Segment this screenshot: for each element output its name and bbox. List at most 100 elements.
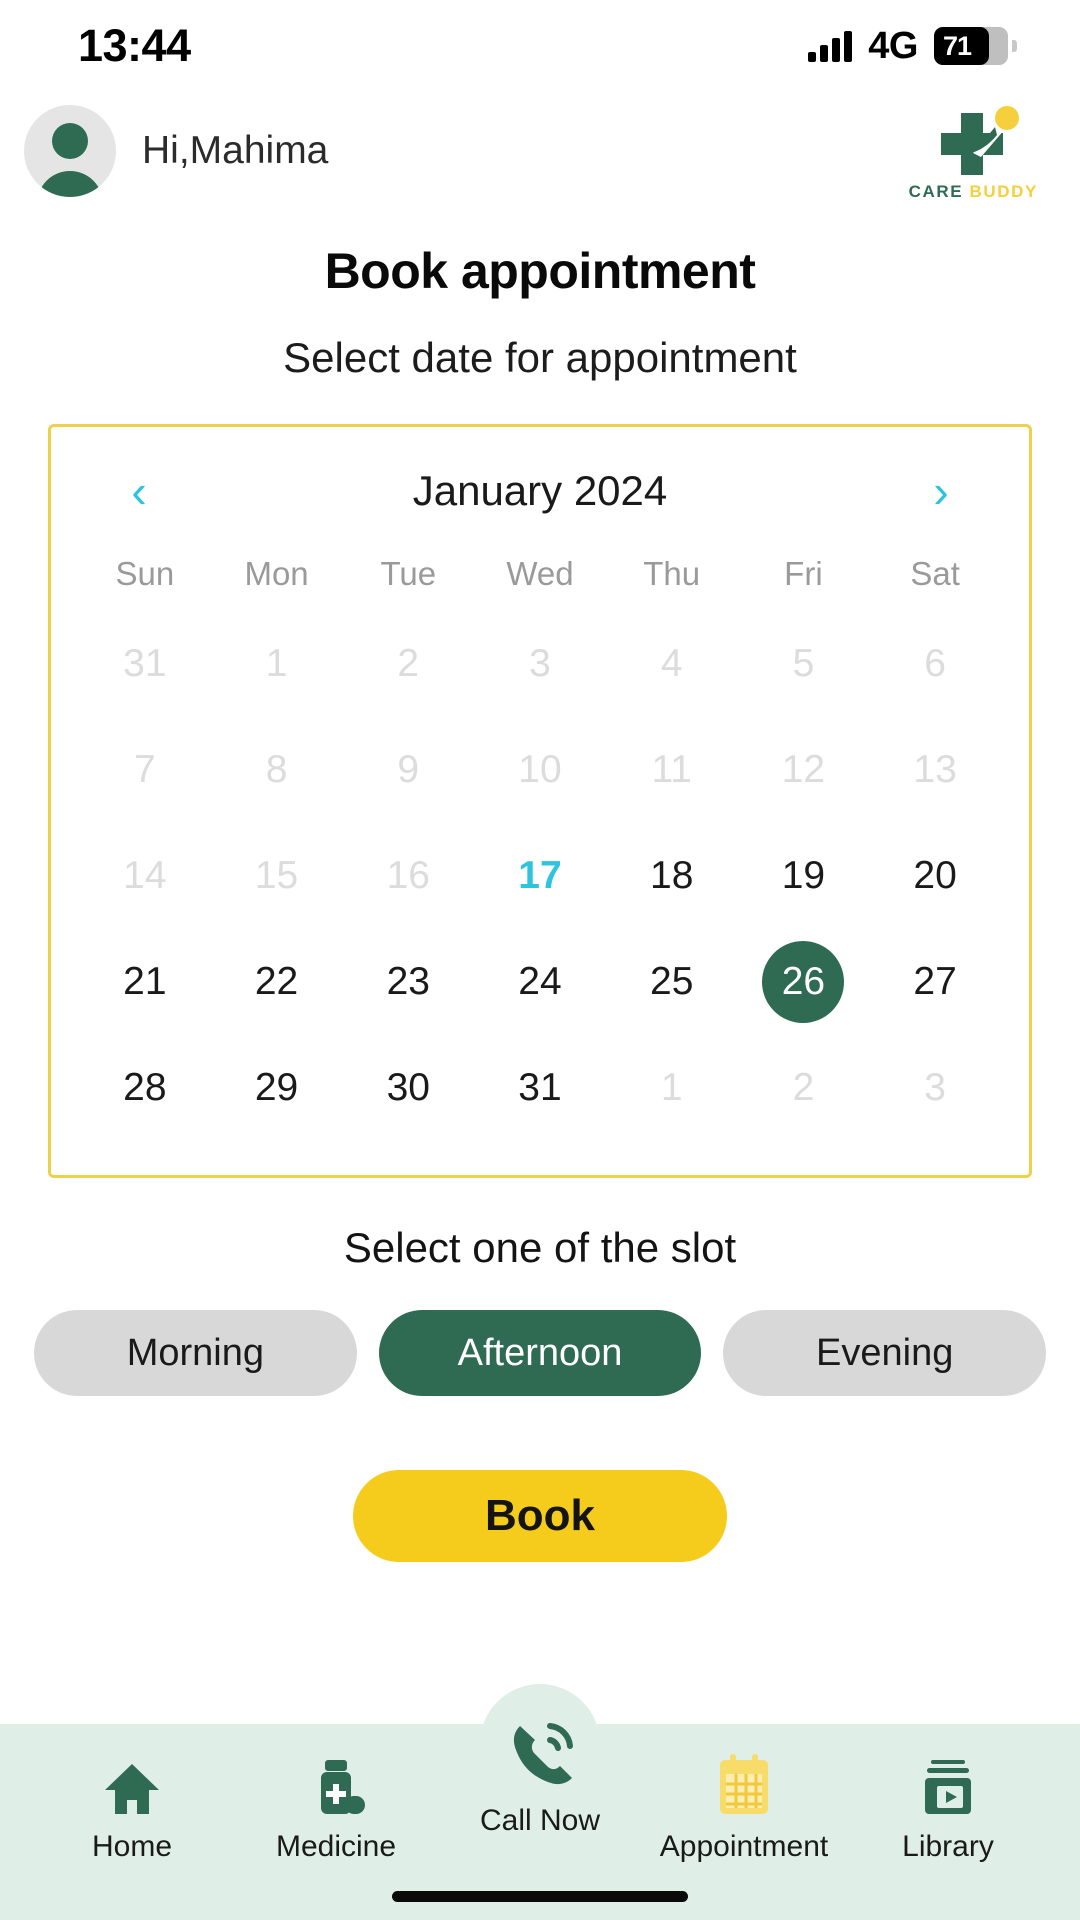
calendar-day-cell: 8 — [211, 717, 343, 823]
care-buddy-cross-icon — [941, 105, 1020, 175]
calendar-day-cell[interactable]: 31 — [474, 1035, 606, 1141]
calendar-day-normal[interactable]: 22 — [236, 941, 318, 1023]
slot-option-morning[interactable]: Morning — [34, 1310, 357, 1396]
nav-label-call-now: Call Now — [479, 1804, 601, 1837]
calendar-grid: Sun Mon Tue Wed Thu Fri Sat 31 1 2 3 4 5 6 7 8 9 10 11 12 13… — [79, 555, 1001, 1141]
calendar-day-muted: 11 — [651, 748, 692, 791]
avatar[interactable] — [24, 105, 116, 197]
weekday-header: Fri — [784, 555, 823, 592]
calendar-day-normal[interactable]: 23 — [367, 941, 449, 1023]
weekday-header: Thu — [643, 555, 701, 592]
calendar-month-label: January 2024 — [412, 467, 668, 514]
calendar-day-muted: 13 — [913, 748, 957, 791]
calendar-day-cell[interactable]: 19 — [738, 823, 870, 929]
calendar-day-cell: 2 — [738, 1035, 870, 1141]
avatar-body — [37, 171, 103, 197]
brand-name-part1: CARE — [908, 181, 964, 201]
calendar-day-selected[interactable]: 26 — [762, 941, 845, 1023]
calendar-day-normal[interactable]: 20 — [894, 835, 976, 917]
calendar-day-cell: 3 — [869, 1035, 1001, 1141]
calendar-day-normal[interactable]: 27 — [894, 941, 976, 1023]
calendar-day-cell: 9 — [342, 717, 474, 823]
calendar-day-muted: 10 — [518, 748, 562, 791]
calendar-day-cell: 16 — [342, 823, 474, 929]
nav-item-medicine[interactable]: Medicine — [244, 1750, 428, 1864]
calendar-day-normal[interactable]: 28 — [104, 1047, 186, 1129]
next-month-button[interactable]: › — [917, 468, 965, 514]
avatar-head — [52, 123, 88, 159]
calendar-day-normal[interactable]: 24 — [499, 941, 581, 1023]
calendar-day-today[interactable]: 17 — [499, 835, 581, 917]
nav-item-library[interactable]: Library — [856, 1750, 1040, 1864]
calendar-day-muted: 9 — [397, 748, 420, 791]
calendar-day-muted: 1 — [265, 642, 288, 685]
calendar-day-normal[interactable]: 29 — [236, 1047, 318, 1129]
weekday-header: Mon — [244, 555, 309, 592]
calendar-day-cell: 1 — [211, 611, 343, 717]
signal-bars-icon — [808, 30, 853, 62]
calendar-day-cell: 7 — [79, 717, 211, 823]
calendar-day-muted: 2 — [792, 1066, 815, 1109]
home-icon — [101, 1750, 163, 1818]
calendar-day-cell[interactable]: 24 — [474, 929, 606, 1035]
calendar-day-cell: 13 — [869, 717, 1001, 823]
greeting-label: Hi,Mahima — [142, 129, 329, 172]
battery-icon: 71 — [934, 27, 1017, 65]
user-greeting-chip[interactable]: Hi,Mahima — [24, 105, 328, 197]
calendar-day-cell[interactable]: 29 — [211, 1035, 343, 1141]
calendar-day-muted: 5 — [792, 642, 815, 685]
calendar-day-cell[interactable]: 21 — [79, 929, 211, 1035]
calendar-day-cell[interactable]: 23 — [342, 929, 474, 1035]
prev-month-button[interactable]: ‹ — [115, 468, 163, 514]
nav-label-medicine: Medicine — [275, 1830, 397, 1863]
calendar-card: ‹ January 2024 › Sun Mon Tue Wed Thu Fri Sat 31… — [48, 424, 1032, 1178]
calendar-day-cell[interactable]: 26 — [738, 929, 870, 1035]
calendar-day-muted: 6 — [924, 642, 946, 685]
calendar-day-cell: 15 — [211, 823, 343, 929]
calendar-day-cell: 2 — [342, 611, 474, 717]
battery-percent-label: 71 — [943, 30, 972, 61]
calendar-day-cell[interactable]: 17 — [474, 823, 606, 929]
status-bar: 13:44 4G 71 — [0, 0, 1080, 92]
calendar-day-normal[interactable]: 18 — [631, 835, 713, 917]
slot-section-title: Select one of the slot — [343, 1224, 737, 1271]
calendar-day-cell[interactable]: 20 — [869, 823, 1001, 929]
weekday-header: Sat — [910, 555, 960, 592]
calendar-day-normal[interactable]: 31 — [499, 1047, 581, 1129]
calendar-day-normal[interactable]: 30 — [367, 1047, 449, 1129]
battery-tip — [1012, 40, 1017, 52]
nav-label-appointment: Appointment — [659, 1830, 829, 1863]
calendar-day-cell: 10 — [474, 717, 606, 823]
calendar-day-cell[interactable]: 18 — [606, 823, 738, 929]
slot-option-afternoon[interactable]: Afternoon — [378, 1310, 702, 1396]
calendar-day-cell[interactable]: 28 — [79, 1035, 211, 1141]
calendar-day-normal[interactable]: 25 — [631, 941, 713, 1023]
calendar-day-cell: 14 — [79, 823, 211, 929]
calendar-day-cell: 6 — [869, 611, 1001, 717]
slot-option-evening[interactable]: Evening — [723, 1310, 1047, 1396]
calendar-day-cell: 1 — [606, 1035, 738, 1141]
book-button[interactable]: Book — [353, 1470, 727, 1562]
calendar-day-cell[interactable]: 25 — [606, 929, 738, 1035]
page-subtitle: Select date for appointment — [283, 334, 797, 381]
calendar-day-cell[interactable]: 22 — [211, 929, 343, 1035]
calendar-day-cell: 12 — [738, 717, 870, 823]
status-indicators: 4G 71 — [808, 25, 1017, 68]
nav-item-appointment[interactable]: Appointment — [652, 1750, 836, 1864]
calendar-day-cell[interactable]: 27 — [869, 929, 1001, 1035]
calendar-day-muted: 12 — [781, 748, 826, 791]
nav-item-home[interactable]: Home — [40, 1750, 224, 1864]
app-header: Hi,Mahima CARE BUDDY — [0, 92, 1080, 210]
calendar-day-muted: 7 — [133, 748, 156, 791]
calendar-day-muted: 16 — [386, 854, 430, 897]
primary-action-row: Book — [0, 1470, 1080, 1562]
calendar-day-normal[interactable]: 19 — [762, 835, 844, 917]
calendar-day-cell[interactable]: 30 — [342, 1035, 474, 1141]
nav-item-call-now[interactable]: Call Now — [448, 1723, 632, 1838]
calendar-day-normal[interactable]: 21 — [104, 941, 186, 1023]
app-screen: 13:44 4G 71 Hi,Mahima CARE BUDDY Book ap… — [0, 0, 1080, 1920]
calendar-day-muted: 2 — [397, 642, 420, 685]
calendar-header: ‹ January 2024 › — [79, 453, 1001, 525]
video-library-icon — [917, 1750, 979, 1818]
calendar-day-muted: 15 — [254, 854, 299, 897]
